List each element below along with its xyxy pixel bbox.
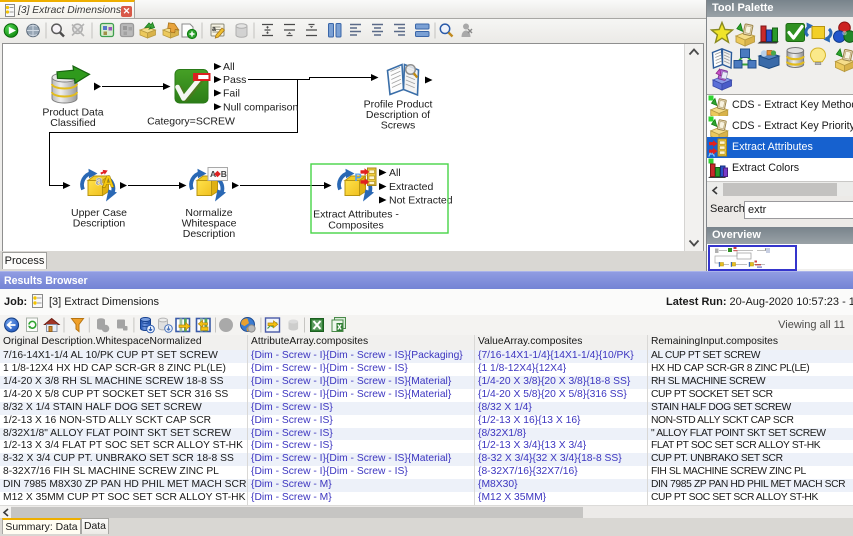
svg-text:a: a bbox=[212, 26, 216, 33]
